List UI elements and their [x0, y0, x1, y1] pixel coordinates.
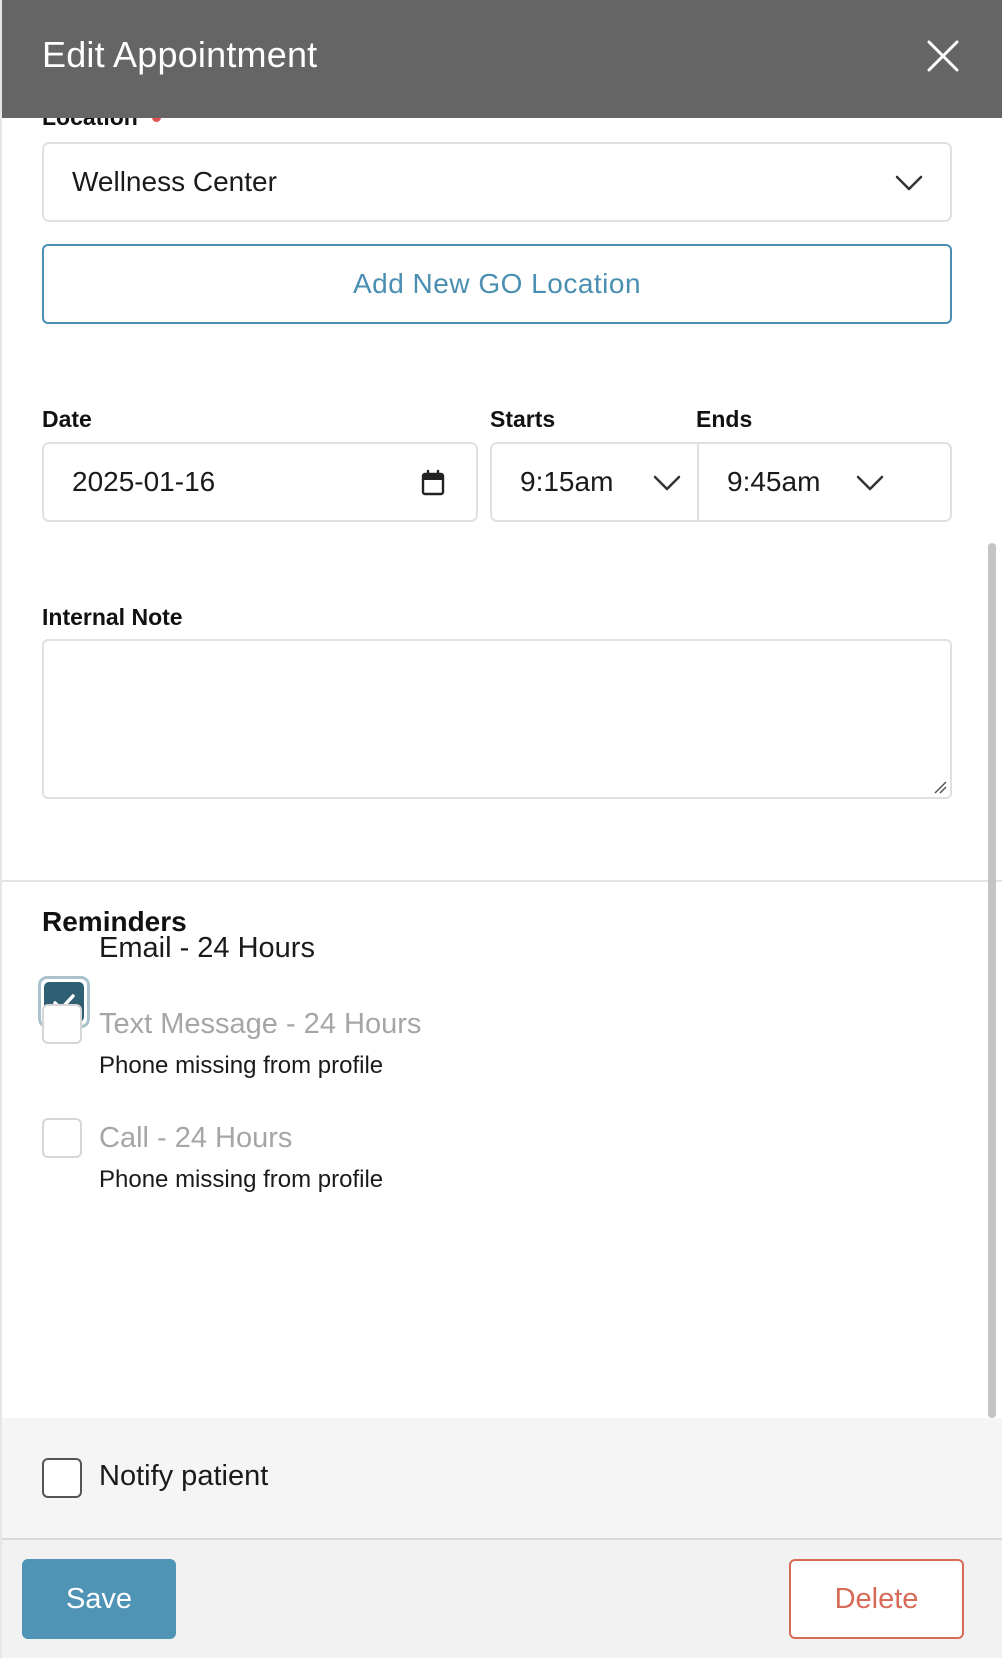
delete-button[interactable]: Delete [789, 1559, 964, 1639]
add-new-go-location-button[interactable]: Add New GO Location [42, 244, 952, 324]
text-message-reminder-checkbox[interactable] [42, 1004, 82, 1044]
ends-select[interactable]: 9:45am [699, 444, 950, 520]
edit-appointment-panel: Edit Appointment Location Wellness Cente… [2, 0, 1002, 1658]
internal-note-label: Internal Note [42, 604, 183, 630]
add-new-go-location-label: Add New GO Location [352, 268, 642, 299]
panel-header: Edit Appointment [2, 0, 1002, 118]
close-icon [927, 40, 959, 72]
starts-value: 9:15am [520, 466, 614, 497]
internal-note-textarea[interactable] [42, 639, 952, 799]
call-reminder-label: Call - 24 Hours [99, 1122, 293, 1154]
panel-footer: Save Delete [2, 1540, 1002, 1658]
calendar-icon[interactable] [420, 469, 446, 497]
date-label: Date [42, 406, 92, 432]
chevron-down-icon [856, 475, 884, 491]
ends-value: 9:45am [727, 466, 821, 497]
chevron-down-icon [653, 475, 681, 491]
scrollbar[interactable] [988, 543, 996, 1418]
time-range: 9:15am 9:45am [490, 442, 952, 522]
form-scroll-area[interactable]: Location Wellness Center Add New GO Loca… [2, 118, 1002, 1418]
ends-label: Ends [696, 406, 753, 432]
email-reminder-label: Email - 24 Hours [99, 932, 315, 964]
notify-patient-checkbox[interactable] [42, 1458, 82, 1498]
save-button[interactable]: Save [22, 1559, 176, 1639]
chevron-down-icon [895, 175, 923, 191]
text-message-reminder-label: Text Message - 24 Hours [99, 1008, 422, 1040]
save-button-label: Save [65, 1583, 133, 1615]
call-reminder-note: Phone missing from profile [99, 1166, 384, 1193]
location-selected-value: Wellness Center [72, 166, 277, 197]
starts-select[interactable]: 9:15am [492, 444, 697, 520]
section-divider [2, 880, 1002, 882]
location-label: Location [42, 118, 138, 131]
notify-section: Notify patient [2, 1418, 1002, 1538]
notify-patient-label: Notify patient [99, 1460, 269, 1492]
text-message-reminder-note: Phone missing from profile [99, 1052, 384, 1079]
location-select[interactable]: Wellness Center [42, 142, 952, 222]
starts-label: Starts [490, 406, 556, 432]
delete-button-label: Delete [834, 1583, 919, 1615]
date-input[interactable]: 2025-01-16 [42, 442, 478, 522]
required-indicator [152, 118, 161, 122]
close-button[interactable] [923, 36, 963, 76]
resize-handle-icon[interactable] [933, 780, 947, 794]
call-reminder-checkbox[interactable] [42, 1118, 82, 1158]
panel-title: Edit Appointment [42, 34, 318, 75]
date-value: 2025-01-16 [72, 466, 216, 497]
